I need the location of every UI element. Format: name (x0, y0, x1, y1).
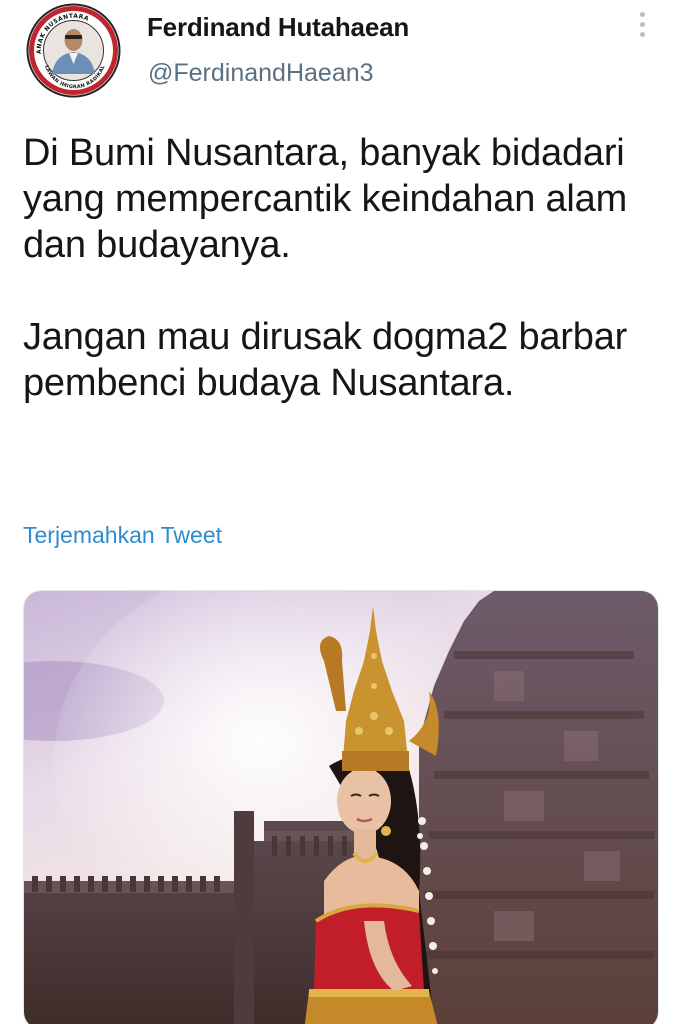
avatar[interactable]: ANAK NUSANTARA LAWAN IMIGRAN RADIKAL (25, 2, 122, 99)
translate-tweet-link[interactable]: Terjemahkan Tweet (23, 522, 222, 549)
tweet-text: Di Bumi Nusantara, banyak bidadari yang … (23, 130, 663, 406)
author-handle[interactable]: @FerdinandHaean3 (148, 59, 374, 88)
dancer-temple-photo (24, 591, 658, 1024)
tweet-paragraph-2: Jangan mau dirusak dogma2 barbar pembenc… (23, 316, 628, 404)
more-vertical-icon[interactable] (630, 12, 654, 44)
tweet-media-image[interactable] (23, 590, 659, 1024)
author-name[interactable]: Ferdinand Hutahaean (147, 12, 409, 43)
avatar-badge-image: ANAK NUSANTARA LAWAN IMIGRAN RADIKAL (26, 3, 121, 98)
tweet-paragraph-1: Di Bumi Nusantara, banyak bidadari yang … (23, 132, 628, 266)
